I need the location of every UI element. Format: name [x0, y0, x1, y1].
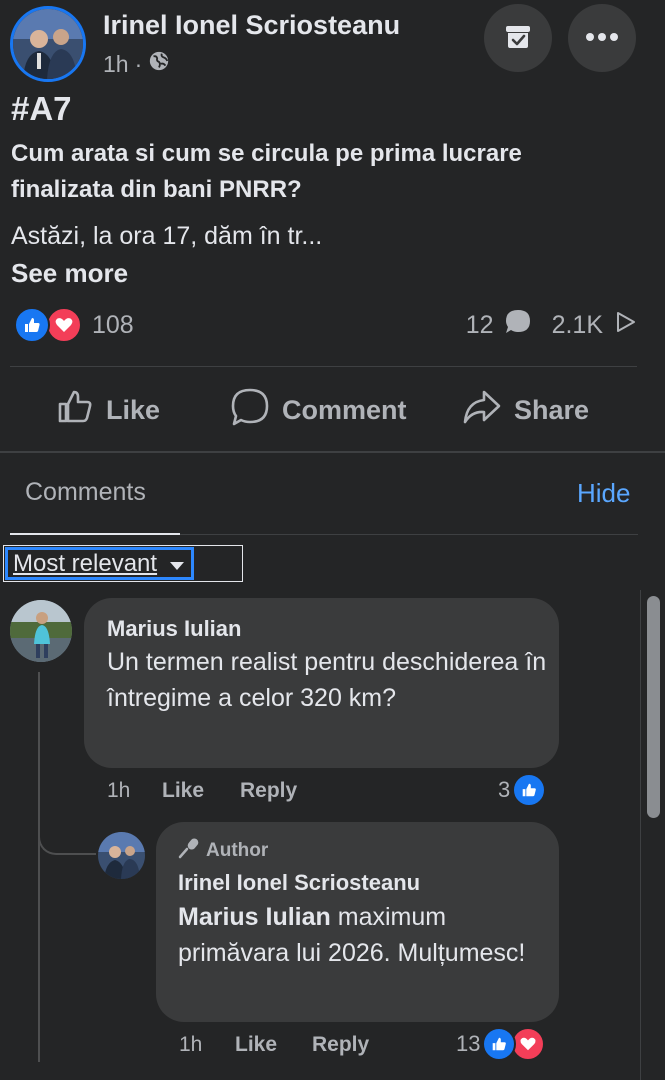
- post-actions: Like Comment Share: [0, 380, 665, 440]
- reply-text: Marius Iulian maximum primăvara lui 2026…: [178, 899, 548, 971]
- comment-button[interactable]: Comment: [230, 380, 407, 440]
- love-reaction-icon: [511, 1027, 546, 1061]
- comment-bubble-icon: [504, 308, 532, 343]
- comment-label: Comment: [282, 394, 407, 425]
- scrollbar-thumb[interactable]: [647, 596, 660, 818]
- see-more-link[interactable]: See more: [11, 258, 128, 289]
- tab-comments[interactable]: Comments: [25, 478, 146, 507]
- comment-text: Un termen realist pentru deschiderea în …: [107, 648, 547, 712]
- love-reaction-icon: [46, 307, 82, 343]
- reply-bubble: Author Irinel Ionel Scriosteanu Marius I…: [156, 822, 559, 1022]
- like-reaction-icon: [482, 1027, 517, 1061]
- section-separator: [0, 451, 665, 453]
- post-text-preview: Astăzi, la ora 17, dăm în tr...: [11, 222, 323, 250]
- comment-reply-button[interactable]: Reply: [240, 779, 297, 803]
- share-button[interactable]: Share: [462, 380, 589, 440]
- thread-line: [38, 672, 40, 1062]
- author-badge-label: Author: [206, 840, 269, 861]
- author-avatar[interactable]: [10, 6, 86, 82]
- sort-label: Most relevant: [13, 549, 158, 577]
- post-time[interactable]: 1h: [103, 51, 129, 78]
- share-count[interactable]: 2.1K: [552, 311, 603, 340]
- divider: [10, 366, 637, 367]
- share-icon: [462, 388, 502, 433]
- tab-divider: [180, 534, 638, 535]
- globe-icon: [148, 50, 170, 78]
- commenter-name[interactable]: Marius Iulian: [107, 616, 241, 642]
- like-button[interactable]: Like: [56, 380, 160, 440]
- comment-icon: [230, 387, 270, 434]
- comment-bubble: Marius Iulian Un termen realist pentru d…: [84, 598, 559, 768]
- comment-time[interactable]: 1h: [107, 779, 162, 803]
- comment-count[interactable]: 12: [466, 311, 494, 340]
- like-reaction-icon: [14, 307, 50, 343]
- hide-comments-button[interactable]: Hide: [577, 478, 630, 509]
- reply-actions: 1h Like Reply: [179, 1033, 369, 1057]
- comment-reaction-summary[interactable]: 3: [498, 773, 547, 807]
- post-meta: 1h ·: [103, 50, 170, 78]
- microphone-icon: [178, 837, 200, 865]
- commenter-avatar[interactable]: [10, 600, 72, 662]
- post-stats: 12 2.1K: [466, 306, 637, 344]
- reply-author-name[interactable]: Irinel Ionel Scriosteanu: [178, 870, 420, 896]
- reply-time[interactable]: 1h: [179, 1033, 235, 1057]
- active-tab-indicator: [10, 533, 180, 535]
- scroll-track: [640, 590, 641, 1080]
- save-post-button[interactable]: [484, 4, 552, 72]
- sort-dropdown[interactable]: Most relevant: [5, 547, 195, 580]
- author-badge: Author: [178, 837, 268, 865]
- share-arrow-icon: [613, 310, 637, 341]
- like-reaction-icon: [512, 773, 547, 807]
- save-icon: [501, 19, 535, 58]
- reply-reaction-count: 13: [456, 1031, 481, 1056]
- like-label: Like: [106, 394, 161, 425]
- post-header: Irinel Ionel Scriosteanu 1h ·: [0, 0, 665, 90]
- more-horizontal-icon: [585, 29, 619, 47]
- mention-link[interactable]: Marius Iulian: [178, 903, 331, 931]
- reply-reply-button[interactable]: Reply: [312, 1033, 369, 1057]
- post-hashtag[interactable]: #A7: [11, 90, 72, 128]
- post-headline: Cum arata si cum se circula pe prima luc…: [11, 140, 522, 203]
- caret-down-icon: [169, 550, 185, 578]
- reply-author-avatar[interactable]: [98, 832, 145, 879]
- reaction-summary[interactable]: 108: [14, 306, 134, 344]
- comment-actions: 1h Like Reply: [107, 779, 297, 803]
- comment-like-button[interactable]: Like: [162, 779, 240, 803]
- meta-separator: ·: [134, 50, 143, 77]
- author-name[interactable]: Irinel Ionel Scriosteanu: [103, 10, 400, 41]
- thumbs-up-icon: [56, 388, 94, 433]
- reply-like-button[interactable]: Like: [235, 1033, 312, 1057]
- more-options-button[interactable]: [568, 4, 636, 72]
- reply-reaction-summary[interactable]: 13: [456, 1027, 546, 1061]
- comment-reaction-count: 3: [498, 777, 511, 802]
- thread-branch: [38, 810, 96, 855]
- reaction-count: 108: [92, 310, 134, 339]
- share-label: Share: [514, 394, 590, 425]
